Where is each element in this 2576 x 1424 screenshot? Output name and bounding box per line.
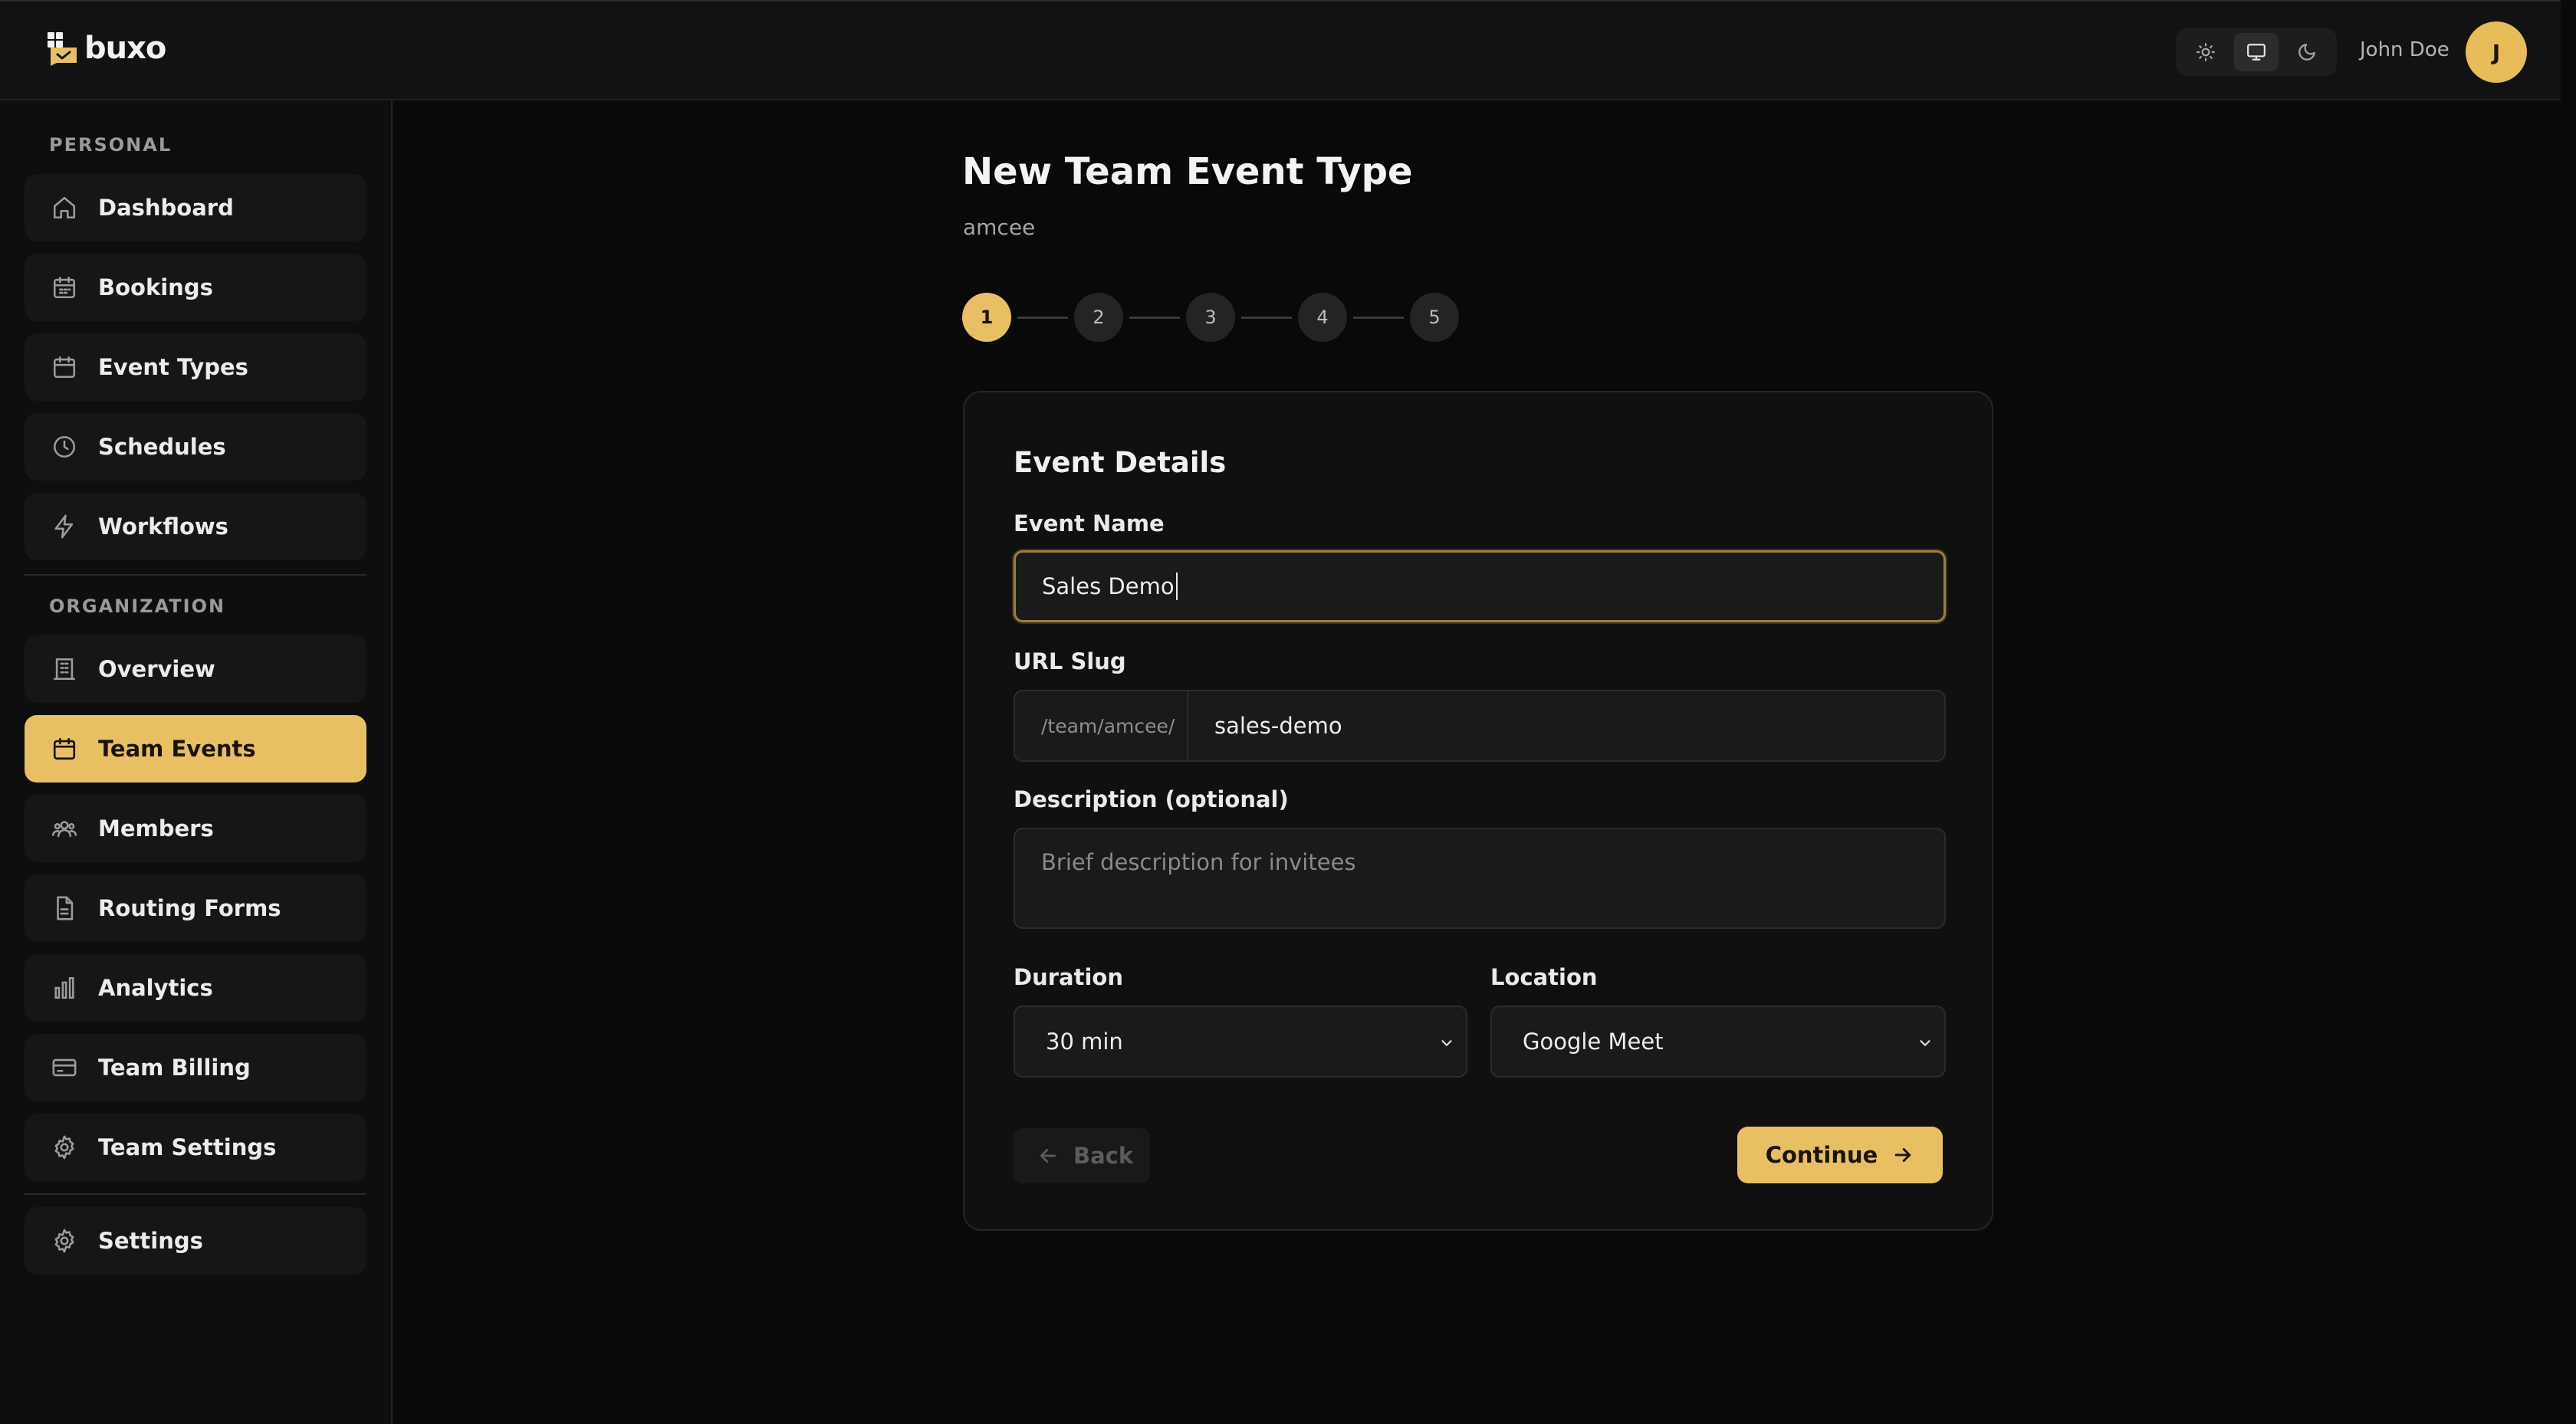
sidebar-item-label: Schedules	[98, 434, 226, 460]
continue-button[interactable]: Continue	[1737, 1127, 1943, 1183]
sidebar-item-dashboard[interactable]: Dashboard	[25, 174, 366, 241]
url-slug-prefix: /team/amcee/	[1014, 690, 1188, 762]
logo-text: buxo	[84, 31, 166, 66]
sidebar-item-schedules[interactable]: Schedules	[25, 413, 366, 481]
sidebar-item-label: Team Billing	[98, 1055, 251, 1081]
moon-icon	[2298, 44, 2315, 61]
sidebar-item-label: Members	[98, 815, 214, 842]
location-label: Location	[1490, 964, 1598, 990]
event-details-card: Event Details Event Name Sales Demo URL …	[963, 391, 1993, 1231]
back-button[interactable]: Back	[1014, 1128, 1150, 1183]
clock-icon	[49, 431, 80, 462]
sun-icon	[2196, 43, 2215, 61]
duration-select[interactable]: 30 min	[1014, 1006, 1467, 1078]
gear-icon	[49, 1132, 80, 1163]
arrow-right-icon	[1891, 1143, 1914, 1166]
sidebar-item-label: Team Settings	[98, 1134, 277, 1160]
step-5: 5	[1410, 293, 1459, 342]
step-2: 2	[1074, 293, 1123, 342]
credit-card-icon	[49, 1052, 80, 1083]
sidebar-item-label: Settings	[98, 1228, 203, 1254]
sidebar-divider	[25, 1193, 366, 1195]
building-icon	[49, 654, 80, 684]
gear-icon	[49, 1225, 80, 1256]
sidebar-item-members[interactable]: Members	[25, 795, 366, 862]
step-connector	[1129, 316, 1180, 319]
calendar-icon	[49, 733, 80, 764]
user-name[interactable]: John Doe	[2360, 38, 2450, 61]
location-value: Google Meet	[1523, 1029, 1664, 1055]
sidebar-item-routing-forms[interactable]: Routing Forms	[25, 874, 366, 942]
calendar-icon	[49, 352, 80, 382]
url-slug-label: URL Slug	[1014, 648, 1126, 674]
location-select[interactable]: Google Meet	[1490, 1006, 1946, 1078]
dark-theme-button[interactable]	[2285, 33, 2329, 71]
avatar[interactable]: J	[2466, 21, 2527, 83]
sidebar-item-label: Analytics	[98, 975, 213, 1001]
sidebar: PERSONAL Dashboard Bookings Event Types …	[0, 100, 393, 1424]
continue-button-label: Continue	[1765, 1142, 1878, 1168]
app-root: buxo John Doe J PERSONAL Dashboard Booki…	[0, 0, 2576, 1424]
logo[interactable]: buxo	[46, 29, 166, 67]
sidebar-item-bookings[interactable]: Bookings	[25, 254, 366, 321]
chevron-down-icon	[1441, 1040, 1452, 1046]
event-name-input[interactable]: Sales Demo	[1014, 550, 1946, 622]
sidebar-item-label: Routing Forms	[98, 895, 281, 921]
duration-value: 30 min	[1046, 1029, 1123, 1055]
page-subtitle: amcee	[963, 215, 1036, 240]
event-name-value: Sales Demo	[1042, 573, 1175, 599]
card-title: Event Details	[1014, 446, 1227, 479]
sidebar-item-team-events[interactable]: Team Events	[25, 715, 366, 783]
top-header: buxo John Doe J	[0, 0, 2561, 100]
back-button-label: Back	[1073, 1143, 1134, 1169]
document-icon	[49, 893, 80, 924]
sidebar-item-team-settings[interactable]: Team Settings	[25, 1114, 366, 1181]
users-icon	[49, 813, 80, 844]
bar-chart-icon	[49, 973, 80, 1003]
light-theme-button[interactable]	[2183, 33, 2228, 71]
event-name-label: Event Name	[1014, 510, 1165, 536]
sidebar-item-label: Team Events	[98, 736, 256, 762]
page-title: New Team Event Type	[962, 150, 1413, 193]
lightning-icon	[49, 511, 80, 542]
step-3: 3	[1186, 293, 1235, 342]
sidebar-item-label: Bookings	[98, 274, 213, 300]
description-label: Description (optional)	[1014, 786, 1289, 812]
system-theme-button[interactable]	[2234, 33, 2279, 71]
sidebar-item-label: Dashboard	[98, 195, 234, 221]
step-connector	[1353, 316, 1404, 319]
duration-label: Duration	[1014, 964, 1123, 990]
step-1: 1	[962, 293, 1011, 342]
sidebar-item-label: Workflows	[98, 513, 228, 540]
step-4: 4	[1298, 293, 1347, 342]
step-connector	[1241, 316, 1292, 319]
sidebar-item-analytics[interactable]: Analytics	[25, 954, 366, 1022]
sidebar-item-workflows[interactable]: Workflows	[25, 493, 366, 560]
sidebar-divider	[25, 574, 366, 576]
calendar-icon	[49, 272, 80, 303]
sidebar-item-label: Event Types	[98, 354, 248, 380]
sidebar-item-overview[interactable]: Overview	[25, 635, 366, 703]
description-textarea[interactable]: Brief description for invitees	[1014, 828, 1946, 929]
home-icon	[49, 192, 80, 223]
chevron-down-icon	[1920, 1040, 1930, 1046]
desktop-icon	[2247, 44, 2266, 61]
text-caret	[1175, 573, 1178, 600]
sidebar-item-team-billing[interactable]: Team Billing	[25, 1034, 366, 1101]
sidebar-item-event-types[interactable]: Event Types	[25, 333, 366, 401]
url-slug-input[interactable]: sales-demo	[1187, 690, 1946, 762]
sidebar-item-label: Overview	[98, 656, 215, 682]
arrow-left-icon	[1037, 1144, 1060, 1167]
stepper: 1 2 3 4 5	[962, 292, 1459, 343]
theme-switch	[2176, 28, 2337, 76]
step-connector	[1017, 316, 1068, 319]
buxo-logo-icon	[46, 31, 78, 66]
sidebar-item-settings[interactable]: Settings	[25, 1207, 366, 1275]
section-label-personal: PERSONAL	[49, 134, 172, 156]
section-label-organization: ORGANIZATION	[49, 596, 226, 617]
